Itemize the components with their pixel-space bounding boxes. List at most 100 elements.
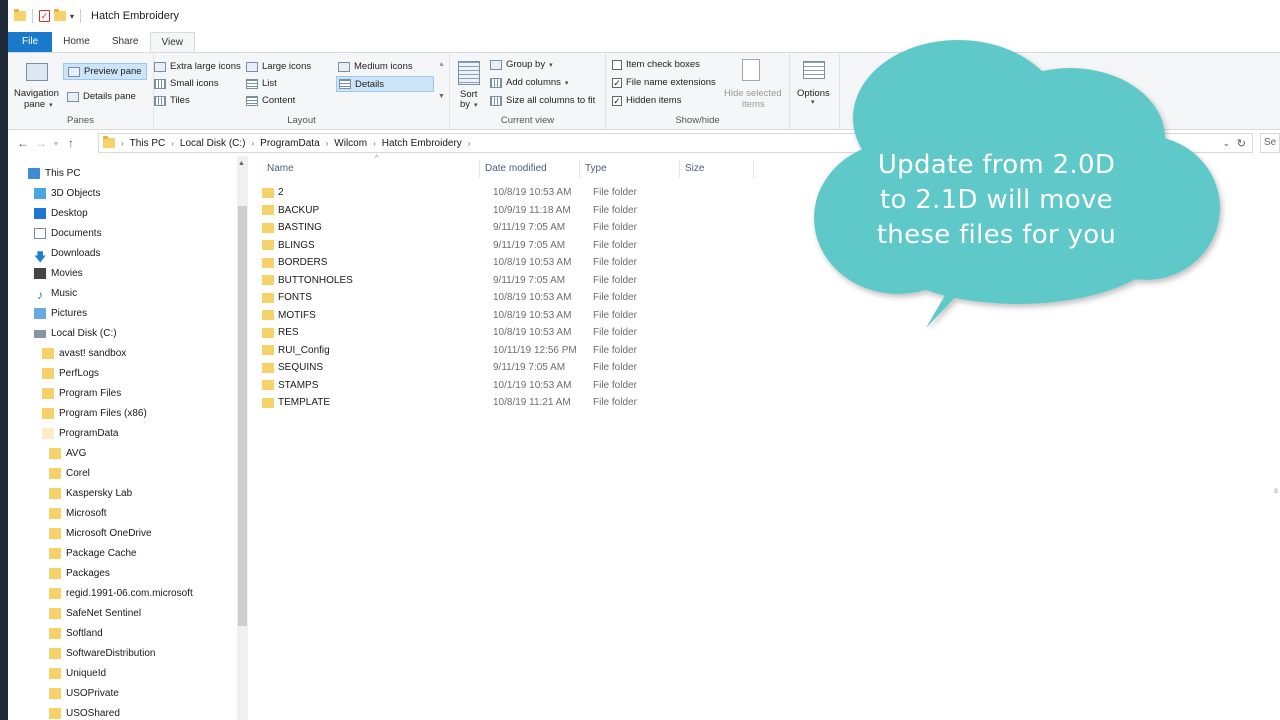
table-row[interactable]: RES 10/8/19 10:53 AM File folder	[262, 324, 742, 341]
nav-item-kaspersky-lab[interactable]: Kaspersky Lab	[49, 488, 132, 499]
table-row[interactable]: BLINGS 9/11/19 7:05 AM File folder	[262, 237, 742, 254]
add-columns-button[interactable]: Add columns ▾	[490, 77, 568, 88]
nav-item-program-files-x86[interactable]: Program Files (x86)	[42, 408, 147, 419]
column-header-date-modified[interactable]: Date modified	[485, 162, 547, 180]
nav-item-this-pc[interactable]: This PC	[28, 168, 81, 179]
breadcrumb-separator-icon[interactable]: ›	[121, 139, 124, 148]
table-row[interactable]: STAMPS 10/1/19 10:53 AM File folder	[262, 377, 742, 394]
file-name-cell[interactable]: BASTING	[262, 222, 472, 233]
file-name-cell[interactable]: RES	[262, 327, 472, 338]
file-name-cell[interactable]: MOTIFS	[262, 310, 472, 321]
table-row[interactable]: SEQUINS 9/11/19 7:05 AM File folder	[262, 359, 742, 376]
preview-pane-button[interactable]: Preview pane	[63, 63, 147, 80]
item-check-boxes-toggle[interactable]: Item check boxes	[612, 59, 700, 70]
nav-item-avast-sandbox[interactable]: avast! sandbox	[42, 348, 126, 359]
column-divider[interactable]	[579, 160, 580, 178]
file-name-cell[interactable]: BORDERS	[262, 257, 472, 268]
nav-item-usoprivate[interactable]: USOPrivate	[49, 688, 119, 699]
breadcrumb-wilcom[interactable]: Wilcom	[334, 138, 367, 149]
nav-item-softland[interactable]: Softland	[49, 628, 103, 639]
customize-toolbar-chevron-icon[interactable]: ▾	[70, 12, 74, 21]
column-divider[interactable]	[479, 160, 480, 178]
nav-item-package-cache[interactable]: Package Cache	[49, 548, 137, 559]
navigation-pane-icon[interactable]	[26, 63, 48, 81]
nav-scrollbar[interactable]: ▲	[237, 156, 248, 720]
properties-icon[interactable]: ✓	[39, 10, 50, 22]
nav-item-downloads[interactable]: 🡇 Downloads	[34, 248, 100, 264]
nav-item-music[interactable]: ♪ Music	[34, 288, 77, 302]
column-divider[interactable]	[679, 160, 680, 178]
tab-file[interactable]: File	[8, 32, 53, 52]
nav-item-documents[interactable]: Documents	[34, 228, 102, 239]
table-row[interactable]: BORDERS 10/8/19 10:53 AM File folder	[262, 254, 742, 271]
table-row[interactable]: MOTIFS 10/8/19 10:53 AM File folder	[262, 307, 742, 324]
tab-share[interactable]: Share	[101, 32, 150, 52]
column-divider[interactable]	[753, 160, 754, 178]
file-name-extensions-checkbox[interactable]: ✓	[612, 77, 622, 88]
table-row[interactable]: 2 10/8/19 10:53 AM File folder	[262, 184, 742, 201]
scroll-up-icon[interactable]: ▲	[238, 160, 245, 167]
nav-item-microsoft-onedrive[interactable]: Microsoft OneDrive	[49, 528, 152, 539]
nav-item-desktop[interactable]: Desktop	[34, 208, 88, 219]
table-row[interactable]: FONTS 10/8/19 10:53 AM File folder	[262, 289, 742, 306]
item-check-boxes-checkbox[interactable]	[612, 59, 622, 70]
details-pane-button[interactable]: Details pane	[67, 91, 136, 102]
breadcrumb-programdata[interactable]: ProgramData	[260, 138, 319, 149]
nav-item-movies[interactable]: Movies	[34, 268, 83, 279]
nav-item-perflogs[interactable]: PerfLogs	[42, 368, 99, 379]
file-name-cell[interactable]: BUTTONHOLES	[262, 275, 472, 286]
nav-scrollbar-thumb[interactable]	[238, 206, 247, 626]
tab-view[interactable]: View	[149, 32, 195, 52]
recent-locations-chevron-icon[interactable]: ▾	[50, 139, 62, 148]
extra-large-icons-option[interactable]: Extra large icons	[154, 61, 241, 72]
up-arrow-icon[interactable]: ↑	[62, 136, 80, 150]
file-name-cell[interactable]: 2	[262, 187, 472, 198]
nav-item-programdata[interactable]: ProgramData	[42, 428, 118, 439]
hidden-items-toggle[interactable]: ✓ Hidden items	[612, 95, 681, 106]
file-name-cell[interactable]: TEMPLATE	[262, 397, 472, 408]
hidden-items-checkbox[interactable]: ✓	[612, 95, 622, 106]
file-name-extensions-toggle[interactable]: ✓ File name extensions	[612, 77, 716, 88]
table-row[interactable]: TEMPLATE 10/8/19 11:21 AM File folder	[262, 394, 742, 411]
search-box[interactable]: Se	[1260, 133, 1280, 153]
breadcrumb-separator-icon[interactable]: ›	[373, 139, 376, 148]
layout-scroll-up-icon[interactable]: ▲	[438, 61, 445, 68]
tiles-option[interactable]: Tiles	[154, 95, 190, 106]
column-header-size[interactable]: Size	[685, 162, 704, 180]
breadcrumb-separator-icon[interactable]: ›	[468, 139, 471, 148]
nav-item-packages[interactable]: Packages	[49, 568, 110, 579]
table-row[interactable]: BACKUP 10/9/19 11:18 AM File folder	[262, 202, 742, 219]
file-name-cell[interactable]: BACKUP	[262, 205, 472, 216]
nav-item-avg[interactable]: AVG	[49, 448, 86, 459]
file-name-cell[interactable]: FONTS	[262, 292, 472, 303]
table-row[interactable]: RUI_Config 10/11/19 12:56 PM File folder	[262, 342, 742, 359]
nav-item-safenet-sentinel[interactable]: SafeNet Sentinel	[49, 608, 141, 619]
layout-expand-icon[interactable]: ▼	[438, 93, 445, 100]
breadcrumb-hatch-embroidery[interactable]: Hatch Embroidery	[382, 138, 462, 149]
nav-item-local-disk[interactable]: Local Disk (C:)	[34, 328, 117, 339]
group-by-button[interactable]: Group by ▾	[490, 59, 553, 70]
table-row[interactable]: BUTTONHOLES 9/11/19 7:05 AM File folder	[262, 272, 742, 289]
new-folder-icon[interactable]	[54, 9, 66, 21]
breadcrumb-local-disk[interactable]: Local Disk (C:)	[180, 138, 246, 149]
table-row[interactable]: BASTING 9/11/19 7:05 AM File folder	[262, 219, 742, 236]
nav-item-uniqueid[interactable]: UniqueId	[49, 668, 106, 679]
column-header-type[interactable]: Type	[585, 162, 607, 180]
medium-icons-option[interactable]: Medium icons	[338, 61, 413, 72]
nav-item-usoshared[interactable]: USOShared	[49, 708, 120, 719]
hide-selected-button-line2[interactable]: items	[742, 99, 765, 110]
size-all-columns-button[interactable]: Size all columns to fit	[490, 95, 595, 106]
forward-arrow-icon[interactable]: →	[32, 136, 50, 150]
nav-item-regid[interactable]: regid.1991-06.com.microsoft	[49, 588, 193, 599]
file-name-cell[interactable]: RUI_Config	[262, 345, 472, 356]
file-name-cell[interactable]: BLINGS	[262, 240, 472, 251]
sort-by-button-line2[interactable]: by ▾	[460, 99, 478, 110]
back-arrow-icon[interactable]: ←	[14, 136, 32, 150]
nav-item-program-files[interactable]: Program Files	[42, 388, 121, 399]
navigation-pane-button-line2[interactable]: pane ▾	[24, 99, 53, 110]
file-name-cell[interactable]: STAMPS	[262, 380, 472, 391]
breadcrumb-separator-icon[interactable]: ›	[251, 139, 254, 148]
column-header-name[interactable]: Name	[267, 162, 294, 180]
tab-home[interactable]: Home	[52, 32, 101, 52]
navigation-pane-button[interactable]: Navigation	[14, 88, 59, 99]
